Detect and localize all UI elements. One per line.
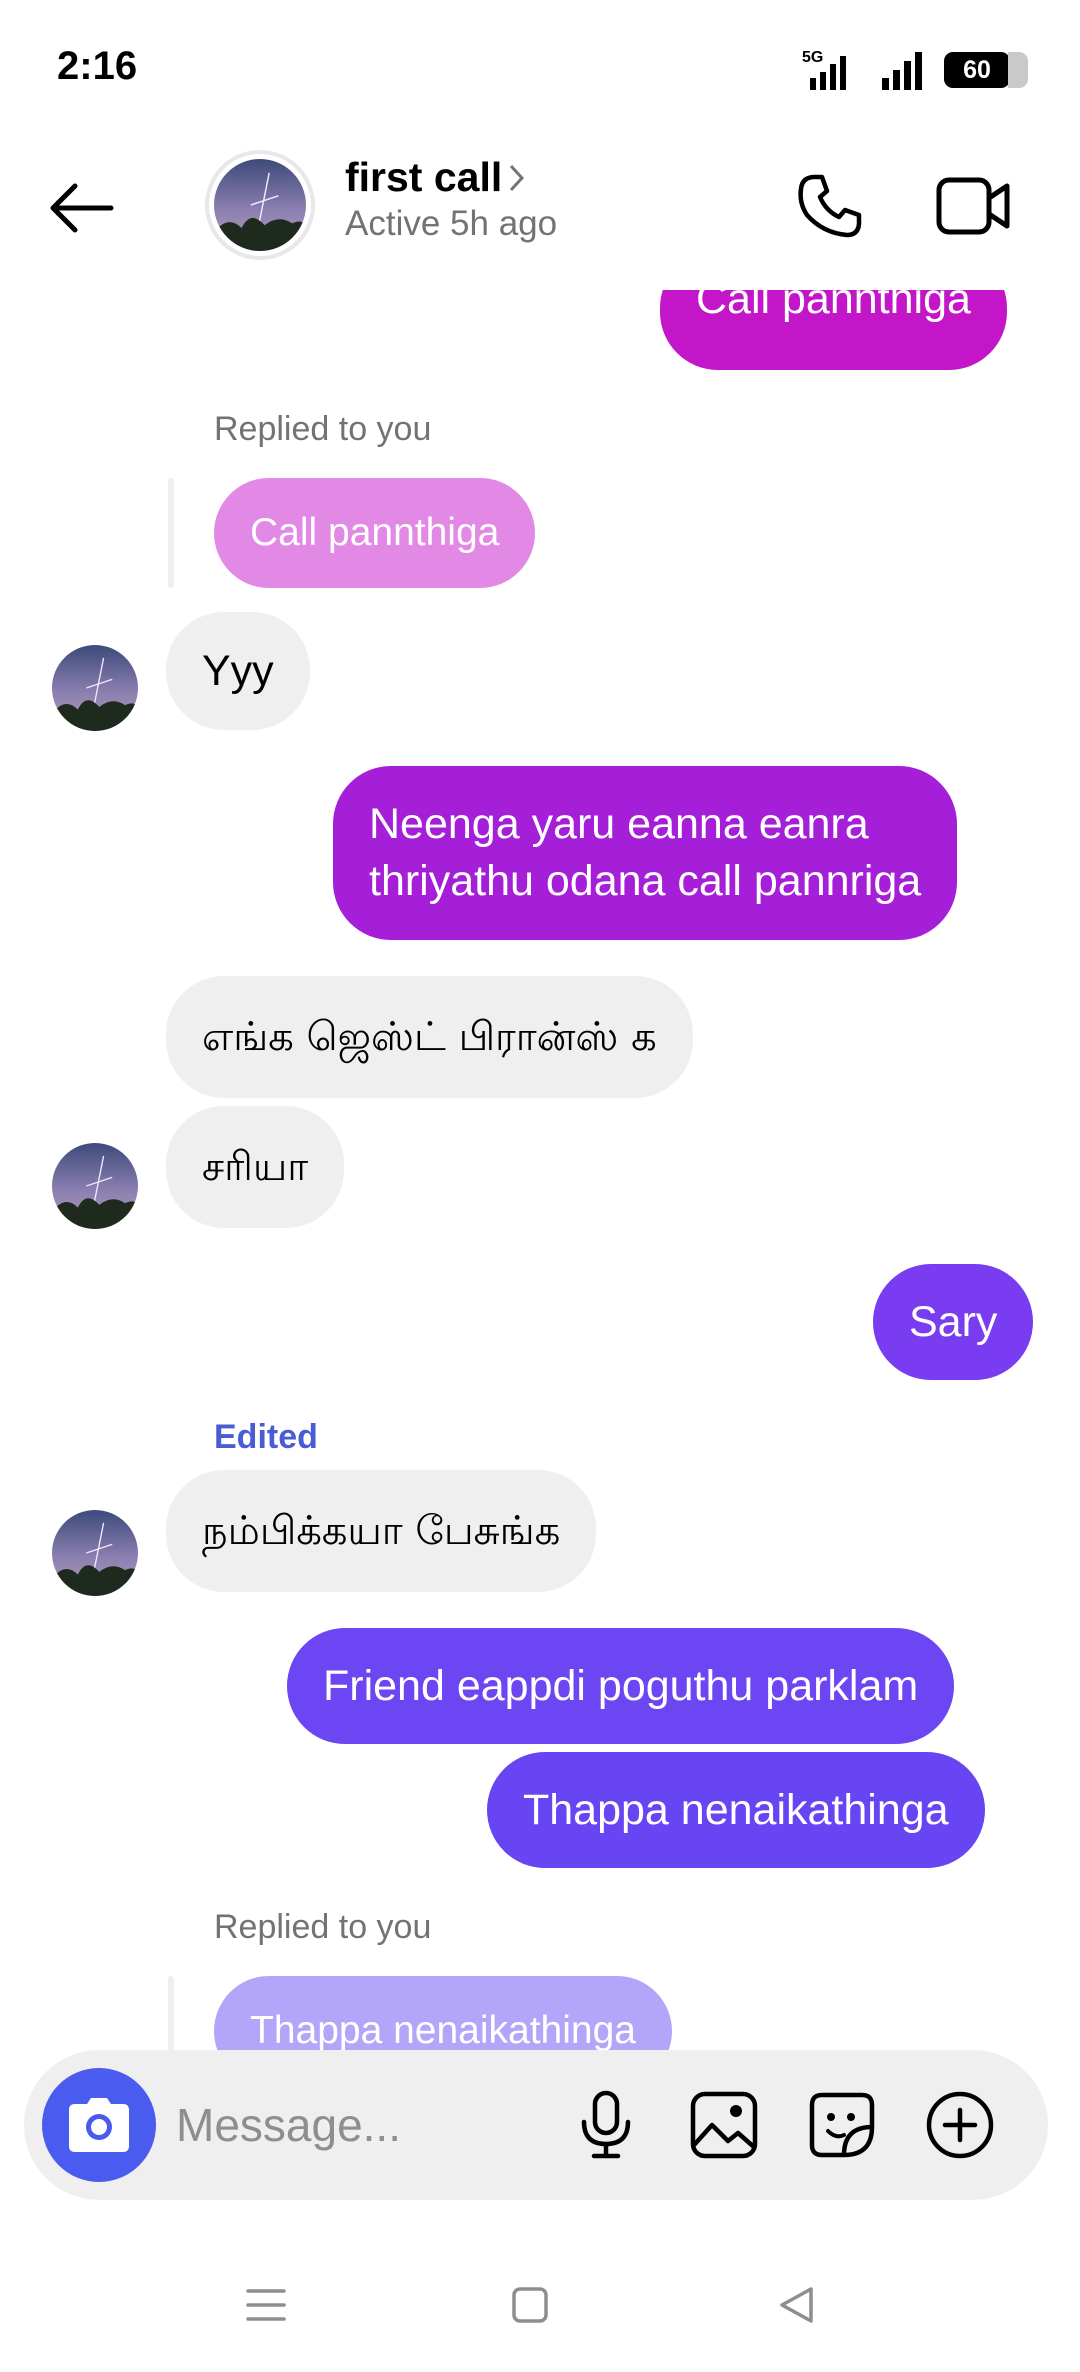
message-text: நம்பிக்கயா பேசுங்க bbox=[202, 1507, 561, 1554]
system-navigation-bar bbox=[0, 2230, 1080, 2372]
reply-label: Replied to you bbox=[214, 1908, 432, 1946]
status-bar: 2:16 5G 60 bbox=[0, 0, 1080, 140]
gallery-button[interactable] bbox=[684, 2085, 764, 2165]
message-bubble-outgoing[interactable]: Friend eappdi poguthu parklam bbox=[287, 1628, 955, 1744]
reply-label: Replied to you bbox=[214, 410, 432, 448]
message-bubble-incoming[interactable]: Yyy bbox=[166, 612, 310, 730]
message-composer bbox=[24, 2050, 1048, 2200]
phone-icon bbox=[798, 174, 862, 238]
voice-call-button[interactable] bbox=[790, 166, 870, 246]
reply-quote-bar bbox=[168, 478, 174, 588]
message-bubble-outgoing[interactable]: Neenga yaru eanna eanra thriyathu odana … bbox=[333, 766, 958, 940]
camera-icon bbox=[69, 2098, 129, 2152]
back-button[interactable] bbox=[40, 168, 120, 248]
sender-avatar[interactable] bbox=[52, 1143, 138, 1229]
avatar-photo bbox=[52, 1510, 138, 1596]
contact-name-text: first call bbox=[345, 154, 503, 200]
battery-indicator: 60 bbox=[944, 52, 1028, 88]
message-bubble-incoming[interactable]: எங்க ஜெஸ்ட் பிரான்ஸ் க bbox=[166, 976, 693, 1098]
edited-label: Edited bbox=[214, 1418, 318, 1456]
voice-message-button[interactable] bbox=[566, 2085, 646, 2165]
video-camera-icon bbox=[936, 177, 1010, 235]
chat-messages-area[interactable]: Call pannthiga Replied to you Call pannt… bbox=[0, 280, 1080, 2050]
message-text: Friend eappdi poguthu parklam bbox=[323, 1661, 919, 1710]
nav-back-button[interactable] bbox=[756, 2270, 836, 2340]
status-time: 2:16 bbox=[57, 44, 138, 88]
plus-circle-icon bbox=[926, 2091, 994, 2159]
message-bubble-incoming[interactable]: நம்பிக்கயா பேசுங்க bbox=[166, 1470, 597, 1592]
sticker-icon bbox=[809, 2092, 875, 2158]
message-bubble-incoming[interactable]: சரியா bbox=[166, 1106, 345, 1228]
cellular-signal-icon bbox=[882, 52, 922, 90]
cellular-5g-icon: 5G bbox=[802, 49, 846, 90]
video-call-button[interactable] bbox=[928, 166, 1018, 246]
avatar-photo bbox=[52, 645, 138, 731]
arrow-left-icon bbox=[50, 183, 114, 233]
nav-menu-button[interactable] bbox=[226, 2270, 306, 2340]
reply-quote-bar bbox=[168, 1976, 174, 2050]
contact-name[interactable]: first call bbox=[345, 154, 526, 201]
square-icon bbox=[512, 2287, 548, 2323]
avatar-photo bbox=[214, 159, 306, 251]
more-options-button[interactable] bbox=[920, 2085, 1000, 2165]
contact-avatar[interactable] bbox=[205, 150, 315, 260]
image-icon bbox=[690, 2091, 758, 2159]
sticker-button[interactable] bbox=[802, 2085, 882, 2165]
quoted-message[interactable]: Call pannthiga bbox=[214, 478, 536, 588]
message-text: எங்க ஜெஸ்ட் பிரான்ஸ் க bbox=[202, 1013, 657, 1060]
chevron-right-icon bbox=[510, 164, 525, 191]
message-input[interactable] bbox=[176, 2088, 576, 2162]
avatar-photo bbox=[52, 1143, 138, 1229]
quoted-message-text: Call pannthiga bbox=[250, 511, 500, 554]
microphone-icon bbox=[581, 2090, 631, 2159]
message-bubble-outgoing[interactable]: Call pannthiga bbox=[660, 280, 1007, 370]
triangle-back-icon bbox=[780, 2287, 813, 2323]
sender-avatar[interactable] bbox=[52, 645, 138, 731]
svg-text:5G: 5G bbox=[802, 49, 823, 66]
message-text: Yyy bbox=[202, 646, 274, 695]
message-bubble-outgoing[interactable]: Sary bbox=[873, 1264, 1034, 1380]
nav-home-button[interactable] bbox=[490, 2270, 570, 2340]
chat-header: first call Active 5h ago bbox=[0, 140, 1080, 290]
message-text: சரியா bbox=[202, 1143, 309, 1190]
sender-avatar[interactable] bbox=[52, 1510, 138, 1596]
message-text-line-2: thriyathu odana call pannriga bbox=[369, 857, 922, 905]
message-text: Thappa nenaikathinga bbox=[523, 1785, 949, 1834]
quoted-message[interactable]: Thappa nenaikathinga bbox=[214, 1976, 672, 2050]
status-icons: 5G 60 bbox=[796, 48, 1028, 92]
contact-status: Active 5h ago bbox=[345, 204, 558, 243]
battery-level: 60 bbox=[963, 55, 991, 84]
message-text-line-1: Neenga yaru eanna eanra bbox=[369, 800, 869, 848]
camera-button[interactable] bbox=[42, 2068, 156, 2182]
message-bubble-outgoing[interactable]: Thappa nenaikathinga bbox=[487, 1752, 985, 1868]
quoted-message-text: Thappa nenaikathinga bbox=[250, 2009, 636, 2050]
message-text: Sary bbox=[909, 1297, 998, 1346]
menu-icon bbox=[246, 2289, 286, 2321]
